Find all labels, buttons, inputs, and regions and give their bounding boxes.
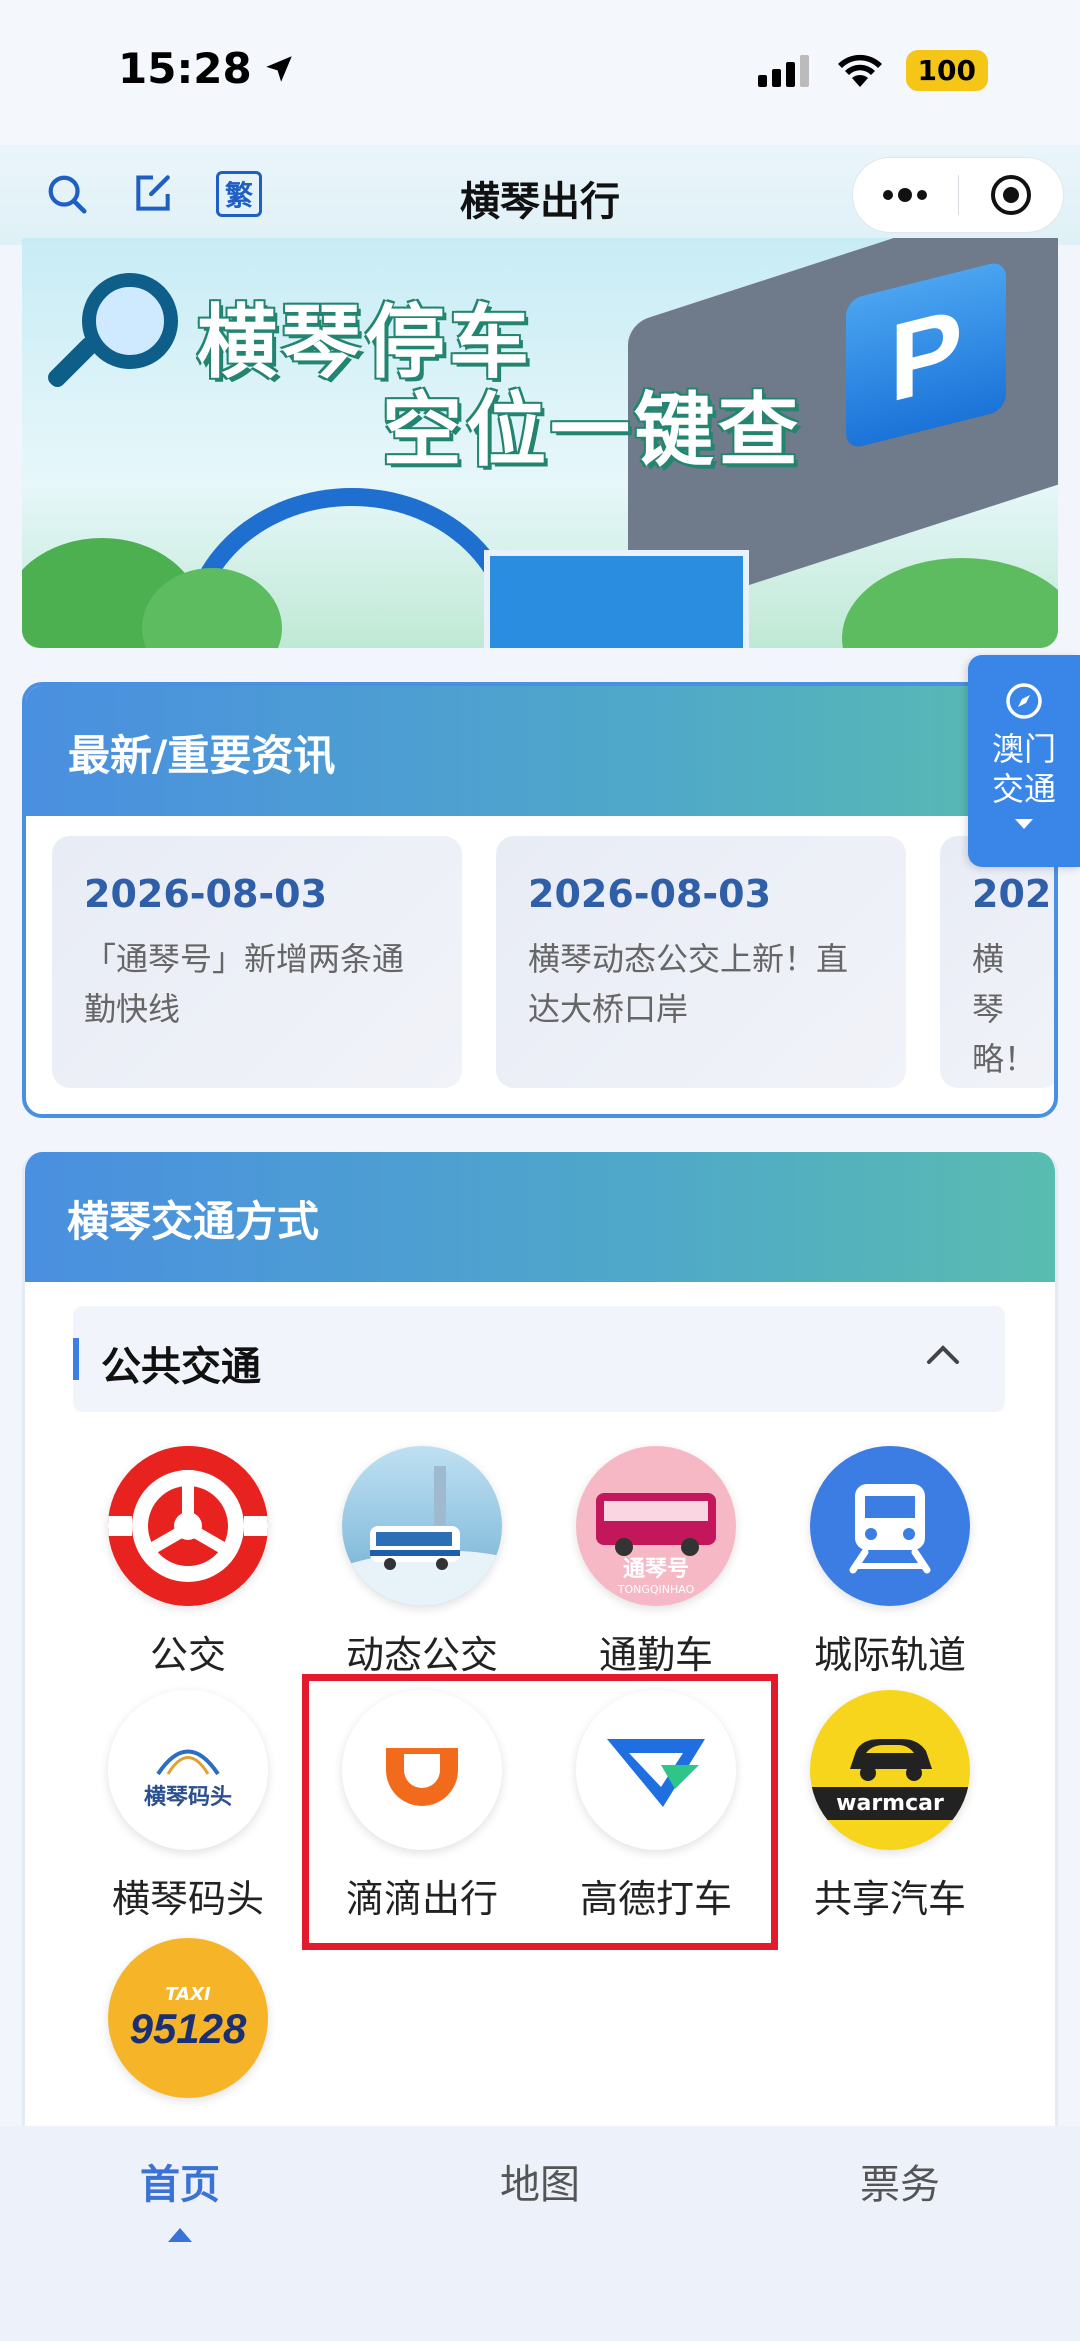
banner-building <box>484 550 749 648</box>
highlight-box <box>302 1674 778 1950</box>
taxi-logo-top: TAXI <box>165 1983 211 2005</box>
news-title: 最新/重要资讯 <box>26 686 1054 816</box>
tab-label: 地图 <box>500 2162 580 2208</box>
chevron-up-icon[interactable] <box>925 1342 961 1366</box>
news-item[interactable]: 2026-08-03 「通琴号」新增两条通勤快线 <box>52 836 462 1088</box>
battery-indicator: 100 <box>905 50 988 91</box>
transport-item-bus[interactable]: 公交 <box>88 1446 288 1679</box>
commuter-badge-sub: TONGQINHAO <box>617 1582 695 1596</box>
transport-item-taxi[interactable]: TAXI 95128 <box>88 1938 288 2098</box>
transport-item-label: 共享汽车 <box>813 1877 966 1921</box>
transport-item-label: 横琴码头 <box>111 1877 264 1921</box>
magnifier-icon <box>82 273 178 369</box>
tab-home[interactable]: 首页 <box>80 2152 280 2242</box>
news-item[interactable]: 202 横琴略！ <box>940 836 1054 1088</box>
target-close-icon <box>990 175 1031 215</box>
transport-item-label: 通勤车 <box>598 1633 713 1677</box>
bus-wheel-icon <box>108 1446 268 1606</box>
warmcar-icon: warmcar <box>810 1690 970 1850</box>
news-date: 202 <box>972 872 1052 916</box>
transport-item-commuter[interactable]: 通琴号 TONGQINHAO 通勤车 <box>556 1446 756 1679</box>
news-date: 2026-08-03 <box>84 872 328 916</box>
status-indicators: 100 <box>757 50 988 91</box>
tab-tickets[interactable]: 票务 <box>800 2152 1000 2210</box>
caret-down-icon <box>1015 819 1033 829</box>
news-item[interactable]: 2026-08-03 横琴动态公交上新！直达大桥口岸 <box>496 836 906 1088</box>
dynamic-bus-icon <box>342 1446 502 1606</box>
ferry-logo-text: 横琴码头 <box>143 1784 232 1810</box>
miniapp-capsule <box>852 157 1064 233</box>
bottom-tab-bar: 首页 地图 票务 <box>0 2126 1080 2341</box>
transport-item-intercity-rail[interactable]: 城际轨道 <box>790 1446 990 1679</box>
transport-item-label: 公交 <box>149 1633 226 1677</box>
compass-icon <box>1006 683 1042 719</box>
transport-item-car-share[interactable]: warmcar 共享汽车 <box>790 1690 990 1923</box>
news-carousel[interactable]: 2026-08-03 「通琴号」新增两条通勤快线 2026-08-03 横琴动态… <box>52 836 1054 1088</box>
category-mark <box>73 1338 79 1380</box>
tab-label: 票务 <box>860 2162 940 2208</box>
transport-item-label: 城际轨道 <box>813 1633 966 1677</box>
status-time: 15:28 <box>118 44 296 93</box>
transport-title: 横琴交通方式 <box>25 1152 1055 1282</box>
parking-banner[interactable]: P 横琴停车 空位一键查 <box>22 238 1058 648</box>
category-label: 公共交通 <box>101 1344 261 1390</box>
nav-header: 繁 横琴出行 <box>0 145 1080 245</box>
news-card: 最新/重要资讯 2026-08-03 「通琴号」新增两条通勤快线 2026-08… <box>22 682 1058 1118</box>
commuter-badge: 通琴号 <box>622 1556 689 1582</box>
banner-title-line2: 空位一键查 <box>382 384 802 477</box>
warmcar-logo-text: warmcar <box>810 1786 970 1820</box>
ferry-terminal-icon: 横琴码头 <box>108 1690 268 1850</box>
news-text: 「通琴号」新增两条通勤快线 <box>84 940 405 1028</box>
tab-label: 首页 <box>140 2162 220 2208</box>
macau-transport-label: 澳门交通 <box>991 730 1056 808</box>
macau-transport-tab[interactable]: 澳门交通 <box>968 655 1080 867</box>
transport-item-ferry[interactable]: 横琴码头 横琴码头 <box>88 1690 288 1923</box>
magnifier-handle <box>44 333 102 391</box>
more-dots-icon <box>883 188 928 202</box>
commuter-bus-icon: 通琴号 TONGQINHAO <box>576 1446 736 1606</box>
taxi-logo-number: 95128 <box>129 2004 247 2052</box>
status-bar: 15:28 100 <box>0 0 1080 145</box>
active-indicator <box>168 2228 192 2242</box>
wifi-icon <box>837 54 882 87</box>
clock-text: 15:28 <box>118 44 252 93</box>
train-icon <box>810 1446 970 1606</box>
taxi-95128-icon: TAXI 95128 <box>108 1938 268 2098</box>
news-date: 2026-08-03 <box>528 872 772 916</box>
news-text: 横琴略！ <box>972 940 1037 1078</box>
tab-map[interactable]: 地图 <box>440 2152 640 2210</box>
cellular-signal-icon <box>757 54 809 87</box>
close-miniapp-button[interactable] <box>959 158 1064 232</box>
transport-item-label: 动态公交 <box>345 1633 498 1677</box>
location-arrow-icon <box>265 55 292 82</box>
category-public-transport[interactable]: 公共交通 <box>73 1306 1005 1412</box>
news-text: 横琴动态公交上新！直达大桥口岸 <box>528 940 849 1028</box>
transport-item-dynamic-bus[interactable]: 动态公交 <box>322 1446 522 1679</box>
more-button[interactable] <box>853 158 958 232</box>
